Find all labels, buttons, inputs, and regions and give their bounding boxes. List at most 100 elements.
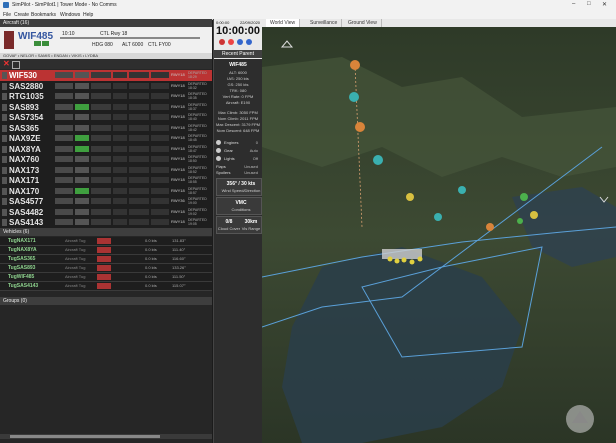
aircraft-field[interactable] xyxy=(75,156,89,162)
waypoint-marker[interactable] xyxy=(517,218,523,224)
aircraft-field[interactable] xyxy=(129,187,149,194)
aircraft-field[interactable] xyxy=(113,208,127,215)
cloud-vis-box[interactable]: 0/8 30km Cloud Cover Vis Range xyxy=(216,216,262,234)
aircraft-field[interactable] xyxy=(151,219,169,225)
play-button[interactable] xyxy=(34,41,41,46)
aircraft-field[interactable] xyxy=(129,82,149,89)
waypoint-marker[interactable] xyxy=(486,223,494,231)
aircraft-field[interactable] xyxy=(113,93,127,99)
minimize-icon[interactable]: – xyxy=(572,1,575,7)
aircraft-field[interactable] xyxy=(75,219,89,225)
world-view-map[interactable] xyxy=(262,27,616,443)
menu-windows[interactable]: Windows xyxy=(60,12,80,18)
aircraft-field[interactable] xyxy=(75,93,89,99)
aircraft-field[interactable] xyxy=(113,124,127,131)
aircraft-field[interactable] xyxy=(55,114,73,120)
aircraft-field[interactable] xyxy=(151,166,169,173)
aircraft-field[interactable] xyxy=(129,135,149,141)
aircraft-section-header[interactable]: Aircraft (16) xyxy=(0,19,212,27)
aircraft-field[interactable] xyxy=(55,198,73,204)
tab-world-view[interactable]: World View xyxy=(266,19,301,27)
aircraft-field[interactable] xyxy=(75,72,89,78)
aircraft-field[interactable] xyxy=(151,114,169,120)
aircraft-field[interactable] xyxy=(129,219,149,225)
aircraft-field[interactable] xyxy=(129,114,149,120)
aircraft-field[interactable] xyxy=(91,177,111,183)
aircraft-field[interactable] xyxy=(129,103,149,110)
conditions-box[interactable]: VMC Conditions xyxy=(216,197,262,215)
aircraft-field[interactable] xyxy=(55,145,73,152)
aircraft-field[interactable] xyxy=(113,187,127,194)
aircraft-field[interactable] xyxy=(113,166,127,173)
lights-toggle-icon[interactable] xyxy=(216,156,221,161)
waypoint-marker[interactable] xyxy=(406,193,414,201)
waypoint-marker[interactable] xyxy=(530,211,538,219)
aircraft-field[interactable] xyxy=(55,82,73,89)
aircraft-field[interactable] xyxy=(91,82,111,89)
aircraft-field[interactable] xyxy=(151,187,169,194)
aircraft-field[interactable] xyxy=(151,124,169,131)
aircraft-field[interactable] xyxy=(75,135,89,141)
aircraft-field[interactable] xyxy=(75,82,89,89)
horizontal-scrollbar[interactable] xyxy=(0,434,212,439)
aircraft-field[interactable] xyxy=(151,82,169,89)
aircraft-field[interactable] xyxy=(91,72,111,78)
aircraft-field[interactable] xyxy=(129,198,149,204)
vehicle-row[interactable]: TugSAS4143 Aircraft Tug 0.0 kts 115.07° xyxy=(0,282,212,291)
aircraft-field[interactable] xyxy=(129,156,149,162)
aircraft-field[interactable] xyxy=(113,219,127,225)
aircraft-field[interactable] xyxy=(91,145,111,152)
aircraft-field[interactable] xyxy=(151,103,169,110)
vehicles-section-header[interactable]: Vehicles (6) xyxy=(0,228,212,236)
aircraft-field[interactable] xyxy=(113,177,127,183)
selected-ctl[interactable]: CTL FY00 xyxy=(148,42,171,48)
delete-icon[interactable]: ✕ xyxy=(3,59,10,68)
waypoint-marker[interactable] xyxy=(373,155,383,165)
aircraft-field[interactable] xyxy=(129,72,149,78)
aircraft-field[interactable] xyxy=(75,177,89,183)
selected-alt[interactable]: ALT 6000 xyxy=(122,42,143,48)
stop-icon[interactable] xyxy=(228,39,234,45)
engines-toggle-icon[interactable] xyxy=(216,140,221,145)
waypoint-marker[interactable] xyxy=(458,186,466,194)
wind-box[interactable]: 356° / 30 kts Wind Speed/Direction xyxy=(216,178,262,196)
aircraft-field[interactable] xyxy=(91,166,111,173)
selected-hdg[interactable]: HDG 080 xyxy=(92,42,113,48)
aircraft-field[interactable] xyxy=(129,145,149,152)
aircraft-field[interactable] xyxy=(55,72,73,78)
aircraft-field[interactable] xyxy=(113,103,127,110)
scrollbar-thumb[interactable] xyxy=(10,435,160,438)
aircraft-field[interactable] xyxy=(129,208,149,215)
aircraft-field[interactable] xyxy=(113,72,127,78)
aircraft-field[interactable] xyxy=(113,82,127,89)
aircraft-field[interactable] xyxy=(55,187,73,194)
waypoint-marker[interactable] xyxy=(434,213,442,221)
menu-file[interactable]: File xyxy=(3,12,11,18)
aircraft-field[interactable] xyxy=(55,177,73,183)
waypoint-marker[interactable] xyxy=(520,193,528,201)
waypoint-marker[interactable] xyxy=(350,60,360,70)
record-icon[interactable] xyxy=(219,39,225,45)
menu-help[interactable]: Help xyxy=(83,12,93,18)
aircraft-field[interactable] xyxy=(75,208,89,215)
gear-toggle-icon[interactable] xyxy=(216,148,221,153)
aircraft-field[interactable] xyxy=(75,124,89,131)
groups-section-header[interactable]: Groups (0) xyxy=(0,297,212,305)
aircraft-field[interactable] xyxy=(129,124,149,131)
tab-surveillance[interactable]: Surveillance xyxy=(306,19,343,27)
aircraft-field[interactable] xyxy=(113,135,127,141)
aircraft-field[interactable] xyxy=(91,135,111,141)
menu-bookmarks[interactable]: Bookmarks xyxy=(31,12,56,18)
aircraft-field[interactable] xyxy=(55,124,73,131)
aircraft-field[interactable] xyxy=(129,93,149,99)
aircraft-field[interactable] xyxy=(55,156,73,162)
vehicle-row[interactable]: TugSAS893 Aircraft Tug 0.0 kts 133.26° xyxy=(0,264,212,273)
recent-parent-header[interactable]: Recent Parent xyxy=(214,50,262,58)
aircraft-field[interactable] xyxy=(129,166,149,173)
step-button[interactable] xyxy=(42,41,49,46)
aircraft-field[interactable] xyxy=(75,145,89,152)
aircraft-field[interactable] xyxy=(151,208,169,215)
filter-icon[interactable] xyxy=(12,61,20,69)
vehicle-row[interactable]: TugNAX171 Aircraft Tug 0.0 kts 131.83° xyxy=(0,237,212,246)
aircraft-field[interactable] xyxy=(75,187,89,194)
